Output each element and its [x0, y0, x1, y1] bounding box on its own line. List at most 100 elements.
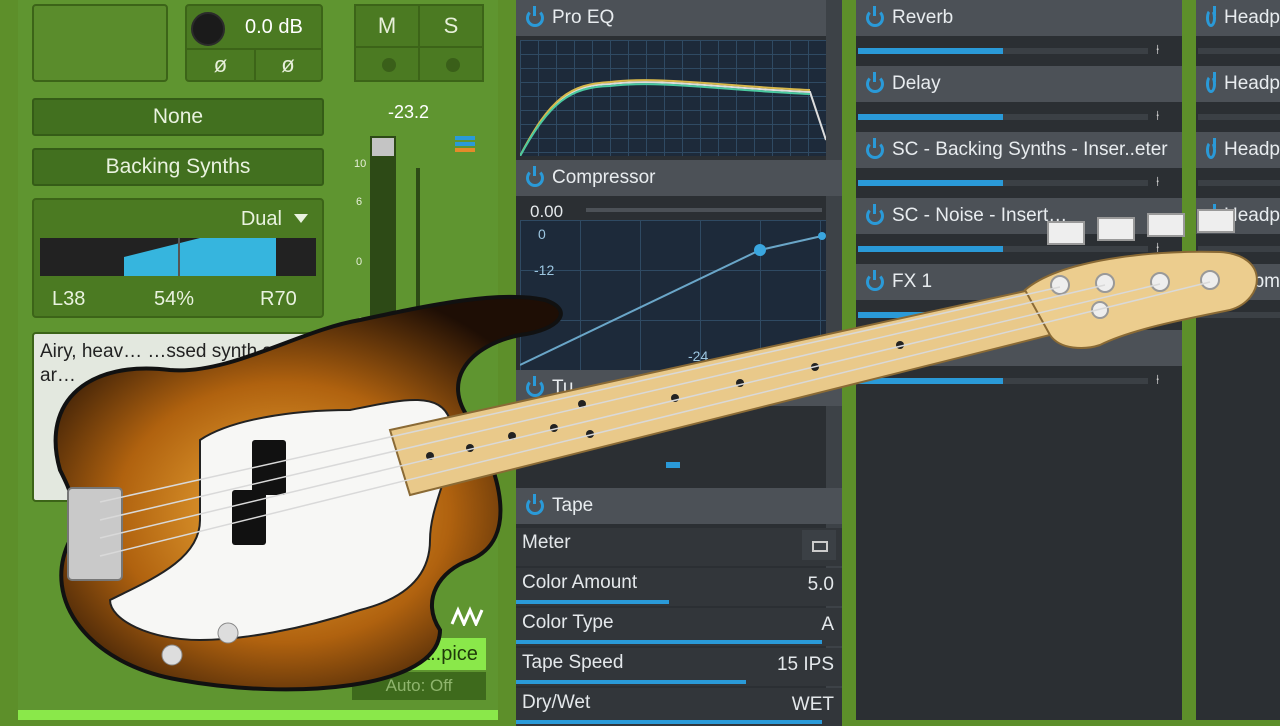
insert-name: Tape: [552, 495, 594, 516]
level-meter: [370, 136, 396, 366]
send-slot[interactable]: FX 1: [856, 264, 1182, 300]
pan-mini-icon[interactable]: ⍿: [1156, 108, 1170, 124]
comp-slider[interactable]: [586, 208, 822, 212]
insert-pro-eq[interactable]: Pro EQ: [516, 0, 842, 36]
waveform-icon[interactable]: [450, 606, 486, 628]
chevron-down-icon[interactable]: [294, 214, 308, 223]
param-value: WET: [791, 694, 834, 715]
param-label: Color Amount: [522, 572, 638, 593]
pan-mini-icon[interactable]: ⍿: [1156, 306, 1170, 322]
power-icon[interactable]: [866, 72, 884, 93]
send-level-slider[interactable]: [1198, 312, 1280, 318]
pan-mini-icon[interactable]: ⍿: [1156, 174, 1170, 190]
meter-settings-icon[interactable]: [455, 136, 475, 158]
param-label: Meter: [522, 532, 571, 553]
pan-mini-icon[interactable]: ⍿: [1156, 42, 1170, 58]
send-name: Headp: [1224, 139, 1280, 160]
pan-mode-label[interactable]: Dual: [241, 208, 282, 231]
send-level-fill: [858, 312, 1003, 318]
fader-track[interactable]: [416, 168, 420, 368]
scale-10: 10: [354, 158, 367, 170]
pan-mini-icon[interactable]: ⍿: [1156, 240, 1170, 256]
power-icon[interactable]: [526, 6, 544, 27]
pan-mini-icon[interactable]: ⍿: [1156, 372, 1170, 388]
scale-6: 6: [356, 196, 363, 208]
send-slot[interactable]: SC - Backing Synths - Inser..eter: [856, 132, 1182, 168]
channel-strip: 0.0 dB ø ø M S None Backing Synths Dual …: [18, 0, 498, 720]
power-icon[interactable]: [866, 270, 884, 291]
send-level-slider[interactable]: [1198, 180, 1280, 186]
channel-notes[interactable]: Airy, heav… …ssed synth sou… ar…: [32, 332, 324, 502]
input-monitor-button[interactable]: [418, 46, 484, 82]
monitor-button[interactable]: [354, 46, 420, 82]
pan-center-line: [178, 238, 180, 276]
send-level-fill: [858, 48, 1003, 54]
param-bar: [516, 680, 746, 684]
power-icon[interactable]: [1206, 72, 1216, 93]
power-icon[interactable]: [1206, 6, 1216, 27]
insert-compressor[interactable]: Compressor: [516, 160, 842, 196]
param-tape-speed[interactable]: Tape Speed 15 IPS: [516, 648, 842, 686]
param-color-amount[interactable]: Color Amount 5.0: [516, 568, 842, 606]
phase-right-button[interactable]: ø: [255, 48, 321, 82]
send-name: Headp: [1224, 205, 1280, 226]
send-level-fill: [858, 114, 1003, 120]
send-level-slider[interactable]: [1198, 114, 1280, 120]
meter-toggle[interactable]: [802, 530, 836, 560]
channel-name[interactable]: Sugar a..pice: [352, 638, 486, 670]
param-label: Color Type: [522, 612, 614, 633]
send-slot[interactable]: [856, 330, 1182, 366]
send-level-slider[interactable]: [1198, 48, 1280, 54]
gain-value: 0.0 dB: [245, 16, 303, 38]
power-icon[interactable]: [526, 494, 544, 515]
channel-color-area: [32, 4, 168, 82]
input-selector[interactable]: None: [32, 98, 324, 136]
send-slot[interactable]: SC - Noise - Insert…: [856, 198, 1182, 234]
insert-tube[interactable]: Tu…: [516, 370, 842, 406]
power-icon[interactable]: [1206, 270, 1223, 291]
mute-button[interactable]: M: [354, 4, 420, 48]
power-icon[interactable]: [526, 166, 544, 187]
monitor-icon: [382, 58, 396, 72]
send-slot[interactable]: Headp: [1196, 66, 1280, 102]
param-color-type[interactable]: Color Type A: [516, 608, 842, 646]
send-slot[interactable]: Subm: [1196, 264, 1280, 300]
comp-display[interactable]: 0 -12 -24: [519, 220, 826, 370]
send-slot[interactable]: Headp: [1196, 132, 1280, 168]
power-icon[interactable]: [526, 376, 544, 397]
send-slot[interactable]: Delay: [856, 66, 1182, 102]
power-icon[interactable]: [866, 138, 884, 159]
power-icon[interactable]: [1206, 138, 1216, 159]
phase-left-button[interactable]: ø: [187, 48, 256, 82]
param-value: A: [821, 614, 834, 635]
sends-panel-2: Headp Headp Headp Headp Subm: [1196, 0, 1280, 720]
selection-bar: [18, 710, 498, 720]
gain-knob[interactable]: [191, 12, 225, 46]
power-icon[interactable]: [866, 204, 884, 225]
send-slot[interactable]: Headp: [1196, 0, 1280, 36]
param-meter[interactable]: Meter: [516, 528, 842, 566]
pan-left-value: L38: [52, 288, 86, 310]
param-bar: [516, 640, 822, 644]
insert-tape[interactable]: Tape: [516, 488, 842, 524]
send-slot[interactable]: Headp: [1196, 198, 1280, 234]
output-selector[interactable]: Backing Synths: [32, 148, 324, 186]
solo-button[interactable]: S: [418, 4, 484, 48]
power-icon[interactable]: [866, 6, 884, 27]
send-level-slider[interactable]: [1198, 246, 1280, 252]
channel-number: 24: [362, 608, 385, 630]
pan-display[interactable]: [40, 238, 316, 276]
send-name: FX 1: [892, 271, 933, 292]
param-dry-wet[interactable]: Dry/Wet WET: [516, 688, 842, 726]
send-level-fill: [858, 246, 1003, 252]
eq-display[interactable]: [519, 40, 827, 157]
eq-curve: [519, 79, 827, 157]
automation-mode[interactable]: Auto: Off: [352, 672, 486, 700]
send-slot[interactable]: Reverb: [856, 0, 1182, 36]
power-icon[interactable]: [866, 336, 884, 357]
power-icon[interactable]: [1206, 204, 1216, 225]
peak-value: -23.2: [388, 102, 430, 122]
comp-curve: [519, 232, 826, 366]
send-name: Reverb: [892, 7, 954, 28]
pan-section: Dual L38 54% R70: [32, 198, 324, 318]
